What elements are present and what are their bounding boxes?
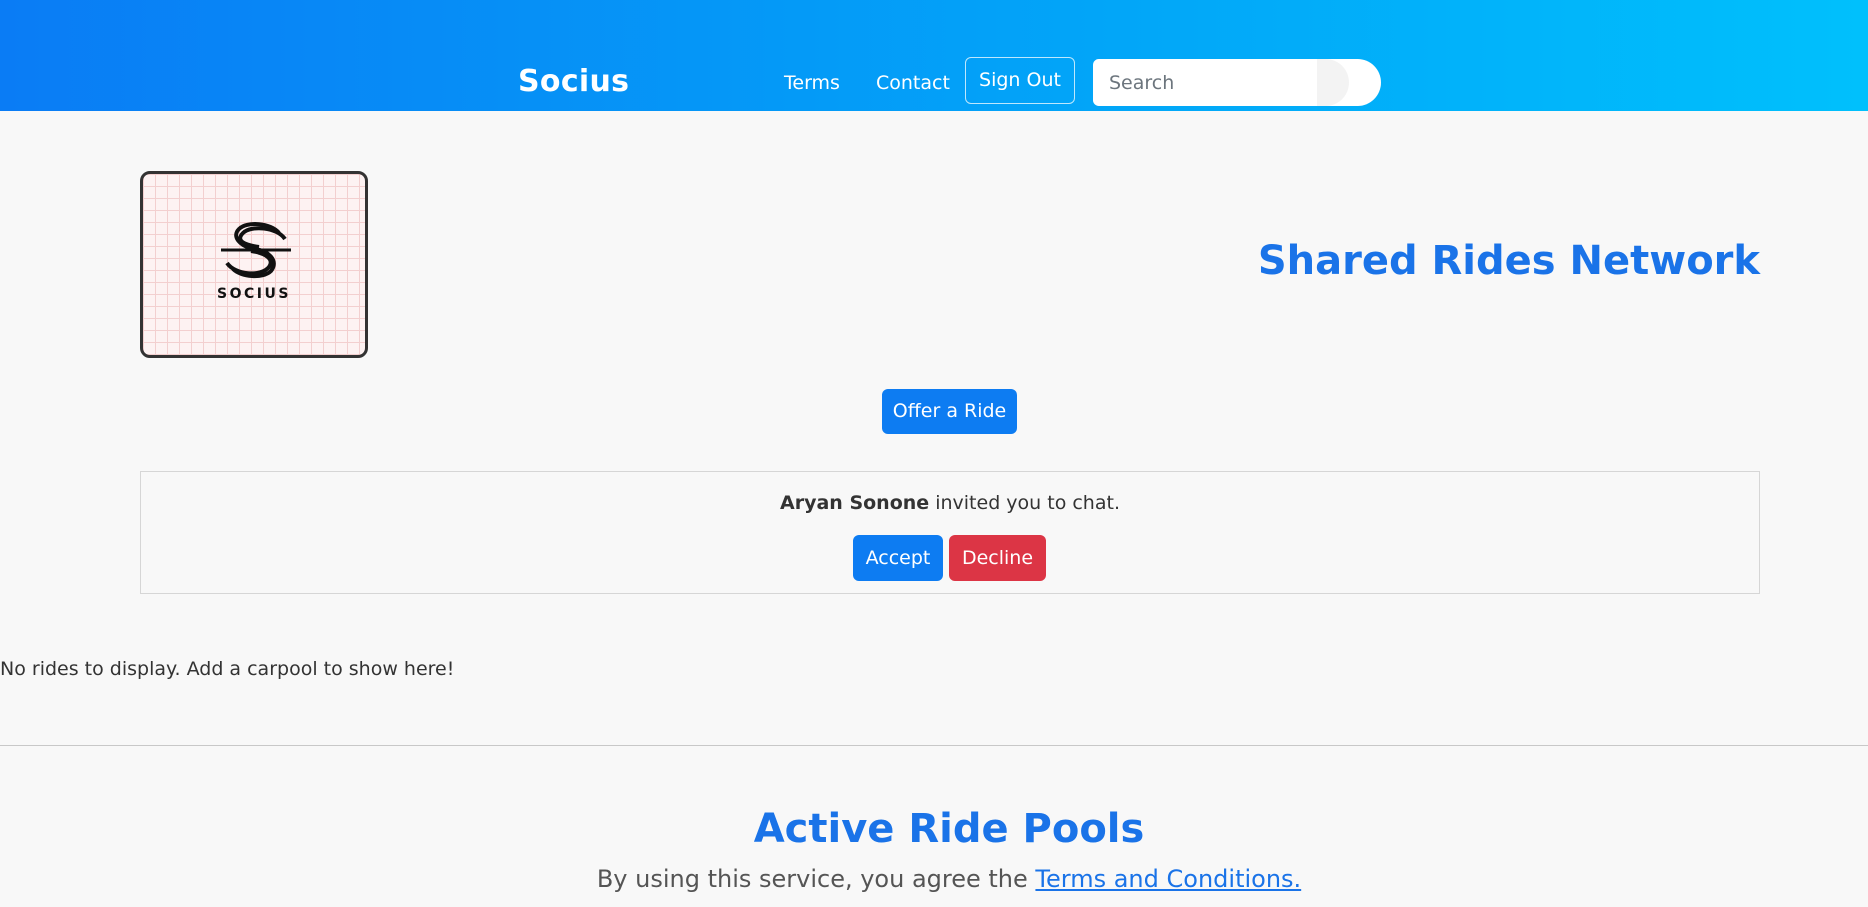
page-title: Shared Rides Network: [1257, 238, 1760, 284]
search-box: [1093, 59, 1381, 106]
invite-message-text: invited you to chat.: [929, 492, 1120, 514]
logo-wordmark: SOCIUS: [217, 286, 291, 302]
socius-s-emblem-icon: [221, 222, 291, 278]
invite-sender-name: Aryan Sonone: [780, 492, 930, 514]
sign-out-button[interactable]: Sign Out: [965, 57, 1075, 104]
socius-logo-image: SOCIUS: [140, 171, 368, 358]
offer-ride-button[interactable]: Offer a Ride: [882, 389, 1017, 434]
terms-notice-prefix: By using this service, you agree the: [596, 865, 1036, 893]
decline-invite-button[interactable]: Decline: [949, 535, 1046, 581]
top-navbar: Socius Terms Contact Sign Out: [0, 0, 1868, 111]
active-ride-pools-heading: Active Ride Pools: [753, 806, 1145, 852]
search-input[interactable]: [1093, 59, 1349, 106]
rides-empty-message: No rides to display. Add a carpool to sh…: [0, 658, 455, 680]
section-divider: [0, 745, 1868, 746]
terms-notice: By using this service, you agree the Ter…: [0, 865, 1868, 893]
accept-invite-button[interactable]: Accept: [853, 535, 943, 581]
nav-link-terms[interactable]: Terms: [784, 72, 840, 94]
brand-logo-text[interactable]: Socius: [518, 64, 629, 99]
terms-and-conditions-link[interactable]: Terms and Conditions.: [1035, 865, 1301, 893]
invite-message: Aryan Sonone invited you to chat.: [141, 492, 1759, 514]
nav-link-contact[interactable]: Contact: [876, 72, 950, 94]
